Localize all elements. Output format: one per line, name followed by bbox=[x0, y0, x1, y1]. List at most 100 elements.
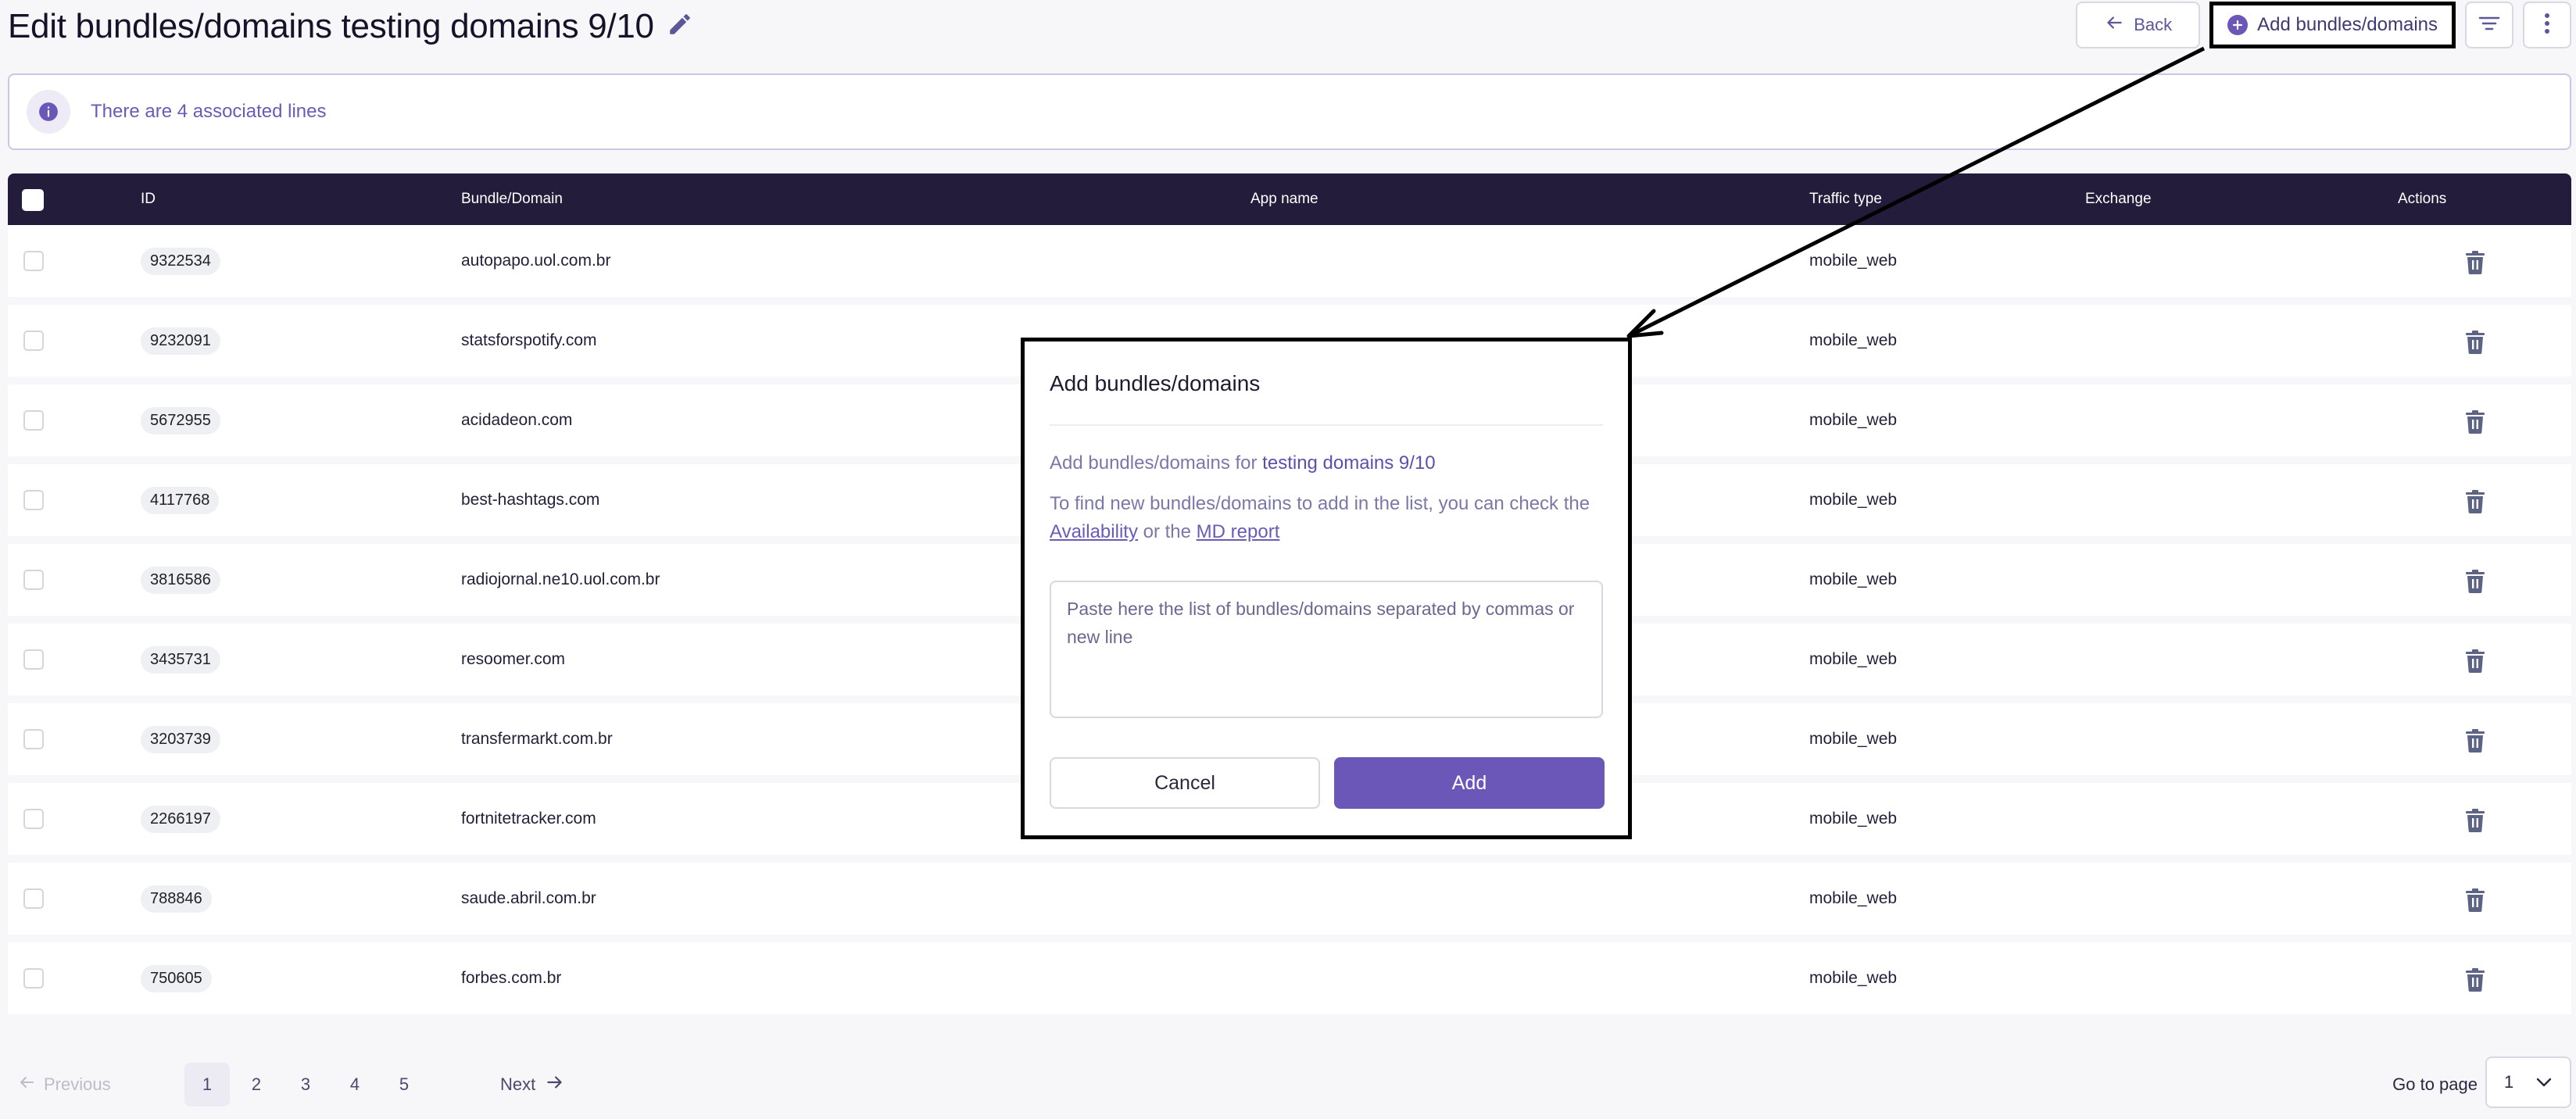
info-text: There are 4 associated lines bbox=[91, 101, 327, 122]
table-row: 788846 saude.abril.com.br mobile_web bbox=[8, 863, 2571, 935]
row-traffic-type: mobile_web bbox=[1809, 252, 1898, 270]
select-all-checkbox[interactable] bbox=[22, 189, 44, 211]
trash-icon[interactable] bbox=[2464, 250, 2486, 275]
pagination: Previous 1 2 3 4 5 Next Go to page 1 bbox=[0, 1056, 2576, 1111]
page-button-4[interactable]: 4 bbox=[332, 1063, 377, 1106]
trash-icon[interactable] bbox=[2464, 409, 2486, 434]
row-domain: acidadeon.com bbox=[461, 411, 573, 429]
page: Edit bundles/domains testing domains 9/1… bbox=[0, 0, 2576, 1119]
table-header: ID Bundle/Domain App name Traffic type E… bbox=[8, 173, 2571, 225]
trash-icon[interactable] bbox=[2464, 489, 2486, 514]
plus-circle-icon bbox=[2227, 15, 2249, 35]
row-id: 750605 bbox=[141, 964, 212, 992]
filter-button[interactable] bbox=[2465, 2, 2513, 48]
trash-icon[interactable] bbox=[2464, 888, 2486, 913]
row-traffic-type: mobile_web bbox=[1809, 889, 1898, 907]
trash-icon[interactable] bbox=[2464, 649, 2486, 674]
next-page-button[interactable]: Next bbox=[500, 1063, 565, 1106]
row-checkbox[interactable] bbox=[23, 570, 44, 590]
row-traffic-type: mobile_web bbox=[1809, 969, 1898, 987]
row-checkbox[interactable] bbox=[23, 331, 44, 351]
more-vertical-icon bbox=[2543, 12, 2551, 39]
edit-pencil-icon[interactable] bbox=[667, 7, 693, 46]
trash-icon[interactable] bbox=[2464, 728, 2486, 753]
modal-help-text: To find new bundles/domains to add in th… bbox=[1050, 490, 1612, 546]
column-header-actions: Actions bbox=[2398, 191, 2447, 207]
bundles-textarea-placeholder: Paste here the list of bundles/domains s… bbox=[1067, 599, 1575, 647]
column-header-domain[interactable]: Bundle/Domain bbox=[461, 173, 563, 225]
table-row: 9322534 autopapo.uol.com.br mobile_web bbox=[8, 225, 2571, 297]
column-header-app-name[interactable]: App name bbox=[1250, 173, 1318, 225]
add-bundles-button[interactable]: Add bundles/domains bbox=[2209, 2, 2456, 48]
table-row: 750605 forbes.com.br mobile_web bbox=[8, 942, 2571, 1014]
filter-icon bbox=[2478, 14, 2501, 37]
trash-icon[interactable] bbox=[2464, 569, 2486, 594]
header-actions: Back Add bundles/domains bbox=[2076, 2, 2571, 48]
page-button-3[interactable]: 3 bbox=[283, 1063, 328, 1106]
trash-icon[interactable] bbox=[2464, 808, 2486, 833]
row-id: 4117768 bbox=[141, 486, 220, 514]
arrow-left-icon bbox=[17, 1073, 36, 1096]
availability-link[interactable]: Availability bbox=[1050, 521, 1138, 542]
info-banner: There are 4 associated lines bbox=[8, 73, 2571, 150]
arrow-left-icon bbox=[2104, 13, 2124, 38]
modal-title: Add bundles/domains bbox=[1050, 371, 1261, 395]
modal-help-prefix: To find new bundles/domains to add in th… bbox=[1050, 493, 1590, 514]
back-button-label: Back bbox=[2134, 15, 2173, 34]
trash-icon[interactable] bbox=[2464, 330, 2486, 355]
row-traffic-type: mobile_web bbox=[1809, 730, 1898, 748]
modal-list-name: testing domains 9/10 bbox=[1262, 452, 1436, 474]
info-icon bbox=[27, 90, 70, 134]
row-domain: forbes.com.br bbox=[461, 969, 562, 987]
modal-divider bbox=[1050, 424, 1603, 426]
back-button[interactable]: Back bbox=[2076, 2, 2201, 48]
row-checkbox[interactable] bbox=[23, 251, 44, 271]
goto-page-label: Go to page bbox=[2392, 1074, 2478, 1094]
cancel-button[interactable]: Cancel bbox=[1050, 757, 1320, 809]
page-button-5[interactable]: 5 bbox=[381, 1063, 427, 1106]
row-checkbox[interactable] bbox=[23, 490, 44, 510]
add-bundles-modal: Add bundles/domains Add bundles/domains … bbox=[1021, 338, 1632, 839]
modal-intro: Add bundles/domains for testing domains … bbox=[1050, 452, 1436, 474]
md-report-link[interactable]: MD report bbox=[1197, 521, 1280, 542]
row-id: 3203739 bbox=[141, 725, 220, 753]
goto-page-select[interactable]: 1 bbox=[2485, 1056, 2571, 1108]
arrow-right-icon bbox=[545, 1072, 565, 1097]
row-checkbox[interactable] bbox=[23, 410, 44, 431]
more-options-button[interactable] bbox=[2523, 2, 2571, 48]
row-id: 5672955 bbox=[141, 406, 220, 434]
row-domain: resoomer.com bbox=[461, 650, 566, 668]
column-header-id[interactable]: ID bbox=[141, 173, 156, 225]
row-traffic-type: mobile_web bbox=[1809, 810, 1898, 828]
page-button-2[interactable]: 2 bbox=[234, 1063, 279, 1106]
page-title-text: Edit bundles/domains testing domains 9/1… bbox=[8, 7, 654, 45]
add-button[interactable]: Add bbox=[1334, 757, 1605, 809]
bundles-textarea[interactable]: Paste here the list of bundles/domains s… bbox=[1050, 581, 1603, 718]
page-button-1[interactable]: 1 bbox=[184, 1063, 230, 1106]
row-traffic-type: mobile_web bbox=[1809, 411, 1898, 429]
row-domain: best-hashtags.com bbox=[461, 491, 600, 509]
row-domain: fortnitetracker.com bbox=[461, 810, 596, 828]
previous-page-button[interactable]: Previous bbox=[17, 1063, 111, 1106]
row-domain: saude.abril.com.br bbox=[461, 889, 596, 907]
previous-label: Previous bbox=[44, 1074, 111, 1094]
row-id: 2266197 bbox=[141, 805, 220, 833]
row-domain: autopapo.uol.com.br bbox=[461, 252, 611, 270]
row-checkbox[interactable] bbox=[23, 809, 44, 829]
next-label: Next bbox=[500, 1074, 536, 1094]
add-bundles-button-label: Add bundles/domains bbox=[2257, 14, 2438, 35]
row-traffic-type: mobile_web bbox=[1809, 491, 1898, 509]
column-header-traffic-type[interactable]: Traffic type bbox=[1809, 173, 1882, 225]
row-traffic-type: mobile_web bbox=[1809, 570, 1898, 588]
trash-icon[interactable] bbox=[2464, 967, 2486, 992]
goto-page-value: 1 bbox=[2504, 1072, 2514, 1092]
row-checkbox[interactable] bbox=[23, 888, 44, 909]
row-checkbox[interactable] bbox=[23, 649, 44, 670]
row-domain: statsforspotify.com bbox=[461, 331, 597, 349]
chevron-down-icon bbox=[2535, 1072, 2553, 1092]
row-checkbox[interactable] bbox=[23, 968, 44, 989]
column-header-exchange[interactable]: Exchange bbox=[2085, 173, 2152, 225]
row-id: 9232091 bbox=[141, 327, 220, 355]
row-checkbox[interactable] bbox=[23, 729, 44, 749]
row-traffic-type: mobile_web bbox=[1809, 650, 1898, 668]
